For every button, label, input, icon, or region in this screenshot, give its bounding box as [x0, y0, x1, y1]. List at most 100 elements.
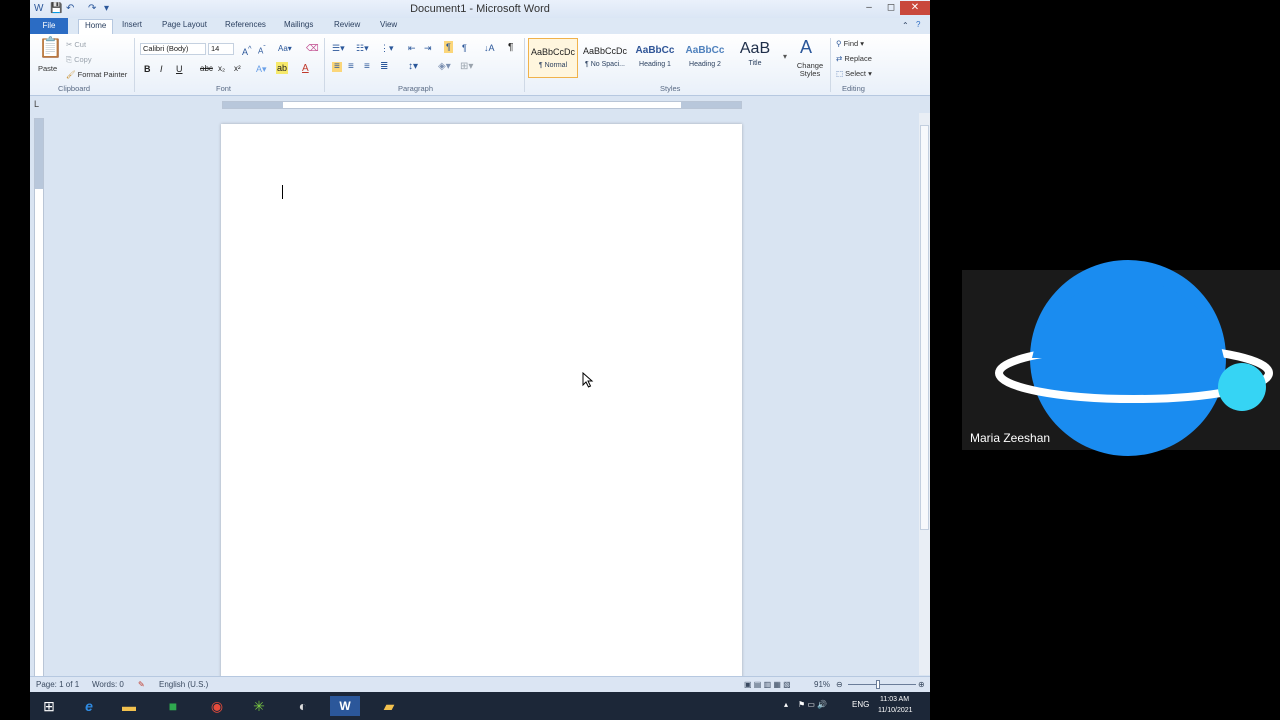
store-icon[interactable]: ■	[158, 696, 188, 716]
style-heading-1[interactable]: AaBbCc Heading 1	[630, 38, 680, 78]
bullets-icon[interactable]: ☰▾	[332, 43, 345, 53]
style-no-spacing[interactable]: AaBbCcDc ¶ No Spaci...	[580, 38, 630, 78]
tray-expand-icon[interactable]: ▴	[784, 700, 788, 709]
text-effects-icon[interactable]: A▾	[256, 64, 267, 74]
align-center-icon[interactable]: ≡	[348, 62, 354, 72]
language-tray[interactable]: ENG	[852, 700, 869, 709]
word-taskbar-icon[interactable]: W	[330, 696, 360, 716]
page-count[interactable]: Page: 1 of 1	[36, 680, 79, 689]
style-heading-2[interactable]: AaBbCc Heading 2	[680, 38, 730, 78]
clock-time[interactable]: 11:03 AM	[880, 696, 909, 703]
justify-icon[interactable]: ≣	[380, 62, 388, 72]
styles-more-icon[interactable]: ▾	[783, 52, 787, 62]
tab-view[interactable]: View	[380, 20, 397, 29]
recorder-icon[interactable]: ◐	[288, 696, 318, 716]
scrollbar-thumb[interactable]	[920, 125, 929, 530]
ribbon-minimize-icon[interactable]: ⌃	[902, 21, 909, 30]
folder-icon[interactable]: ▰	[374, 696, 404, 716]
change-styles-icon[interactable]: A	[800, 38, 812, 56]
participant-tile: Maria Zeeshan	[962, 260, 1280, 456]
highlight-icon[interactable]: ab	[276, 62, 289, 74]
show-formatting-icon[interactable]: ¶	[508, 43, 513, 53]
tray-app-icons[interactable]: ⚑ ▭ 🔊	[798, 700, 827, 709]
format-painter-button[interactable]: 🖌 Format Painter	[66, 70, 127, 79]
font-color-icon[interactable]: A	[302, 64, 309, 74]
tab-review[interactable]: Review	[334, 20, 360, 29]
zoom-out-icon[interactable]: ⊖	[836, 680, 843, 689]
proofing-icon[interactable]: ✎	[138, 680, 145, 689]
tab-page-layout[interactable]: Page Layout	[162, 20, 207, 29]
word-count[interactable]: Words: 0	[92, 680, 124, 689]
tab-insert[interactable]: Insert	[122, 20, 142, 29]
zoom-in-icon[interactable]: ⊕	[918, 680, 925, 689]
select-button[interactable]: ⬚ Select ▾	[836, 69, 872, 78]
multilevel-list-icon[interactable]: ⋮▾	[380, 43, 394, 53]
italic-icon[interactable]: I	[160, 64, 163, 74]
numbering-icon[interactable]: ☷▾	[356, 43, 369, 53]
view-buttons-icon[interactable]: ▣ ▤ ▥ ▦ ▧	[744, 680, 791, 689]
windows-start-icon[interactable]: ⊞	[34, 696, 64, 716]
word-window: W 💾 ↶ ↷ ▾ Document1 - Microsoft Word – ◻…	[30, 0, 930, 692]
language-indicator[interactable]: English (U.S.)	[159, 680, 208, 689]
file-explorer-icon[interactable]: ▬	[114, 696, 144, 716]
find-button[interactable]: ⚲ Find ▾	[836, 39, 864, 48]
zoom-slider[interactable]	[848, 684, 916, 685]
zoom-level[interactable]: 91%	[814, 680, 830, 689]
borders-icon[interactable]: ⊞▾	[460, 62, 473, 72]
clear-formatting-icon[interactable]: ⌫	[306, 43, 319, 53]
document-area	[46, 113, 919, 684]
grow-font-icon[interactable]: A^	[242, 44, 252, 57]
maximize-button[interactable]: ◻	[880, 1, 902, 15]
underline-icon[interactable]: U	[176, 64, 183, 74]
right-margin-marker	[681, 102, 741, 108]
chrome-icon[interactable]: ◉	[202, 696, 232, 716]
subscript-icon[interactable]: x₂	[218, 64, 225, 74]
zoom-slider-thumb[interactable]	[876, 680, 880, 689]
align-left-icon[interactable]: ≡	[332, 62, 342, 72]
internet-explorer-icon[interactable]: e	[74, 696, 104, 716]
align-right-icon[interactable]: ≡	[364, 62, 370, 72]
close-button[interactable]: ✕	[900, 1, 930, 15]
style-name: Heading 2	[689, 61, 721, 68]
cut-button[interactable]: ✂ Cut	[66, 40, 86, 49]
horizontal-ruler[interactable]: L	[30, 97, 930, 113]
tab-references[interactable]: References	[225, 20, 266, 29]
change-case-icon[interactable]: Aa▾	[278, 44, 292, 54]
replace-button[interactable]: ⇄ Replace	[836, 54, 872, 63]
rtl-text-icon[interactable]: ¶	[462, 43, 467, 53]
paste-button[interactable]: Paste	[38, 64, 57, 73]
sort-icon[interactable]: ↓A	[484, 43, 495, 53]
group-divider	[830, 38, 831, 92]
tab-selector-icon[interactable]: L	[34, 99, 39, 109]
change-styles-button[interactable]: Change Styles	[792, 62, 828, 78]
increase-indent-icon[interactable]: ⇥	[424, 43, 432, 53]
tab-home[interactable]: Home	[78, 19, 114, 34]
vertical-scrollbar[interactable]	[919, 113, 930, 675]
minimize-button[interactable]: –	[858, 1, 880, 15]
ltr-text-icon[interactable]: ¶	[444, 41, 453, 53]
document-page[interactable]	[221, 124, 742, 684]
shading-icon[interactable]: ◈▾	[438, 62, 451, 72]
mouse-pointer-icon	[582, 372, 594, 388]
font-size-select[interactable]: 14	[208, 43, 234, 55]
tab-mailings[interactable]: Mailings	[284, 20, 313, 29]
style-title[interactable]: AaB Title	[730, 38, 780, 78]
decrease-indent-icon[interactable]: ⇤	[408, 43, 416, 53]
clock-date[interactable]: 11/10/2021	[878, 707, 913, 714]
paste-icon[interactable]: 📋	[38, 38, 63, 58]
font-family-select[interactable]: Calibri (Body)	[140, 43, 206, 55]
style-preview: AaBbCcDc	[582, 46, 627, 56]
bold-icon[interactable]: B	[144, 64, 151, 74]
vertical-ruler[interactable]	[34, 118, 44, 678]
shrink-font-icon[interactable]: Aˇ	[258, 44, 266, 57]
help-icon[interactable]: ?	[916, 20, 920, 29]
tab-file[interactable]: File	[30, 18, 68, 34]
superscript-icon[interactable]: x²	[234, 64, 241, 74]
strikethrough-icon[interactable]: abc	[200, 64, 213, 74]
style-normal[interactable]: AaBbCcDc ¶ Normal	[528, 38, 578, 78]
line-spacing-icon[interactable]: ↕▾	[408, 62, 418, 72]
editing-group-label: Editing	[842, 84, 865, 93]
group-divider	[134, 38, 135, 92]
copy-button[interactable]: ⎘ Copy	[66, 55, 92, 65]
app-loading-icon[interactable]: ✳	[244, 696, 274, 716]
